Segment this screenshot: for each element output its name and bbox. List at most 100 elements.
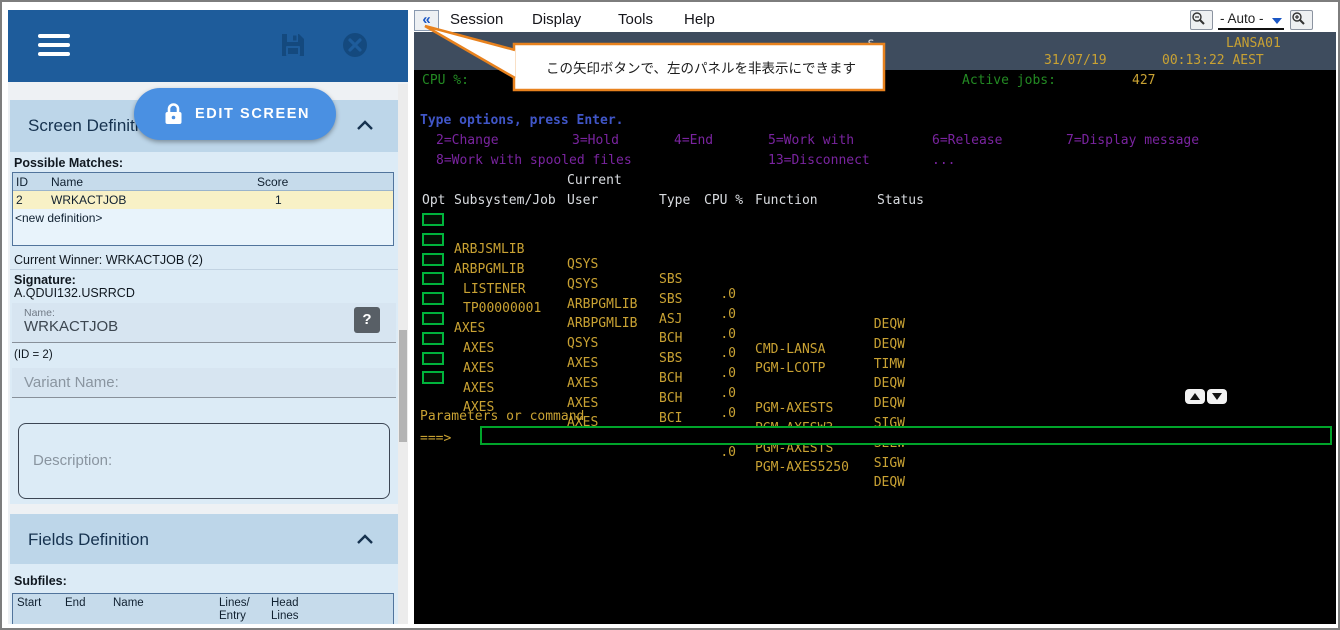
col-start: Start <box>17 597 41 609</box>
opt-checkbox[interactable] <box>422 332 444 345</box>
match-name: WRKACTJOB <box>51 193 126 207</box>
cell-status: DEQW <box>831 475 905 490</box>
cell-cpu: .0 <box>672 445 736 460</box>
variant-name-field[interactable]: Variant Name: <box>12 368 396 398</box>
zoom-out-button[interactable] <box>1190 10 1213 30</box>
col-head-lines-1: Head <box>271 597 299 609</box>
signature-value: A.QDUI132.USRRCD <box>14 286 135 300</box>
header-opt: Opt <box>422 193 445 208</box>
table-row: ARBPGMLIB QSYS SBS .0 DEQW <box>414 232 1336 248</box>
hamburger-menu-icon[interactable] <box>38 34 70 58</box>
table-row: AXES AXES BCH .0 PGM-AXESTS SIGW <box>414 311 1336 327</box>
scrollbar-thumb[interactable] <box>399 330 407 442</box>
current-winner: Current Winner: WRKACTJOB (2) <box>14 253 203 267</box>
option-7: 7=Display message <box>1066 133 1199 148</box>
terminal-screen: s LANSA01 31/07/19 00:13:22 AEST CPU %: … <box>414 32 1336 624</box>
screen-definition-content: Possible Matches: ID Name Score 2 WRKACT… <box>10 152 400 504</box>
edit-screen-label: EDIT SCREEN <box>195 106 310 122</box>
option-3: 3=Hold <box>572 133 619 148</box>
header-function: Function <box>755 193 818 208</box>
terminal-pane: « Session Display Tools Help - Auto - <box>414 10 1336 624</box>
opt-checkbox[interactable] <box>422 272 444 285</box>
save-icon[interactable] <box>280 32 306 58</box>
possible-matches-table: ID Name Score 2 WRKACTJOB 1 <new definit… <box>12 172 394 246</box>
magnifier-minus-icon <box>1191 11 1206 26</box>
new-definition-label: <new definition> <box>15 211 102 225</box>
left-panel: EDIT SCREEN Screen Definition Possible M… <box>8 10 408 624</box>
zoom-in-button[interactable] <box>1290 10 1313 30</box>
table-row: ARBJSMLIB QSYS SBS .0 DEQW <box>414 212 1336 228</box>
opt-checkbox[interactable] <box>422 213 444 226</box>
edit-screen-button[interactable]: EDIT SCREEN <box>134 88 336 140</box>
description-placeholder: Description: <box>33 452 112 469</box>
panel-scrollbar[interactable] <box>398 84 408 624</box>
variant-name-placeholder: Variant Name: <box>24 374 119 391</box>
col-id: ID <box>16 175 28 189</box>
name-field-value: WRKACTJOB <box>24 318 118 335</box>
option-4: 4=End <box>674 133 713 148</box>
opt-checkbox[interactable] <box>422 253 444 266</box>
opt-checkbox[interactable] <box>422 371 444 384</box>
session-time: 00:13:22 AEST <box>1162 53 1264 68</box>
fields-definition-header[interactable]: Fields Definition <box>10 514 400 566</box>
col-name: Name <box>113 597 144 609</box>
table-row: AXES AXES BCH .0 PGM-AXESW3 SELW <box>414 331 1336 347</box>
option-13: 13=Disconnect <box>768 153 870 168</box>
cell-type: BCI <box>659 411 682 426</box>
table-row: AXES AXES BCI .0 PGM-AXES5250 DEQW <box>414 370 1336 386</box>
header-user: User <box>567 193 598 208</box>
option-2: 2=Change <box>436 133 499 148</box>
cell-type: BCH <box>659 391 682 406</box>
command-arrow: ===> <box>420 431 451 446</box>
match-id: 2 <box>16 193 23 207</box>
signature-label: Signature: <box>14 273 76 287</box>
chevron-up-icon[interactable] <box>356 120 374 131</box>
name-field[interactable]: Name: WRKACTJOB ? <box>12 303 396 343</box>
parameters-label: Parameters or command <box>420 409 584 424</box>
lock-icon <box>164 103 183 125</box>
page-down-button[interactable] <box>1207 389 1227 404</box>
col-score: Score <box>257 175 288 189</box>
option-5: 5=Work with <box>768 133 854 148</box>
col-name: Name <box>51 175 83 189</box>
option-ellipsis: ... <box>932 153 955 168</box>
zoom-level-value: - Auto - <box>1220 11 1264 26</box>
divider <box>10 269 400 270</box>
table-row: LISTENER ARBPGMLIB ASJ .0 CMD-LANSA TIMW <box>414 252 1336 268</box>
table-row: TP00000001 ARBPGMLIB BCH .0 PGM-LCOTP DE… <box>414 271 1336 287</box>
chevron-down-icon <box>1272 18 1282 24</box>
table-row: AXES AXES BCI .0 PGM-AXESTS SIGW <box>414 351 1336 367</box>
opt-checkbox[interactable] <box>422 292 444 305</box>
possible-matches-label: Possible Matches: <box>14 156 123 170</box>
fields-definition-title: Fields Definition <box>28 530 149 550</box>
fields-definition-content: Subfiles: Start End Name Lines/ Entry He… <box>10 564 400 624</box>
callout-text: この矢印ボタンで、左のパネルを非表示にできます <box>522 49 880 85</box>
active-jobs-label: Active jobs: <box>962 73 1056 88</box>
cell-function: PGM-AXES5250 <box>755 460 849 475</box>
opt-checkbox[interactable] <box>422 352 444 365</box>
col-lines-entry-1: Lines/ <box>219 597 250 609</box>
cell-status: DEQW <box>831 396 905 411</box>
header-current: Current <box>567 173 622 188</box>
new-definition-row[interactable]: <new definition> <box>13 209 393 227</box>
chevron-up-icon[interactable] <box>356 534 374 545</box>
subfiles-label: Subfiles: <box>14 574 67 588</box>
page-up-button[interactable] <box>1185 389 1205 404</box>
close-icon[interactable] <box>342 32 368 58</box>
match-row-wrkactjob[interactable]: 2 WRKACTJOB 1 <box>13 191 393 209</box>
cell-function: PGM-AXESTS <box>755 401 833 416</box>
magnifier-plus-icon <box>1291 11 1306 26</box>
subfiles-table: Start End Name Lines/ Entry Head Lines <box>12 593 394 624</box>
col-lines-entry-2: Entry <box>219 610 246 622</box>
id-note: (ID = 2) <box>14 349 53 361</box>
header-status: Status <box>877 193 924 208</box>
help-button[interactable]: ? <box>354 307 380 333</box>
opt-checkbox[interactable] <box>422 312 444 325</box>
col-head-lines-2: Lines <box>271 610 299 622</box>
active-jobs-value: 427 <box>1132 73 1155 88</box>
option-6: 6=Release <box>932 133 1002 148</box>
description-field[interactable]: Description: <box>18 423 390 499</box>
command-input[interactable] <box>480 426 1332 445</box>
zoom-level-dropdown[interactable]: - Auto - <box>1218 11 1284 30</box>
opt-checkbox[interactable] <box>422 233 444 246</box>
